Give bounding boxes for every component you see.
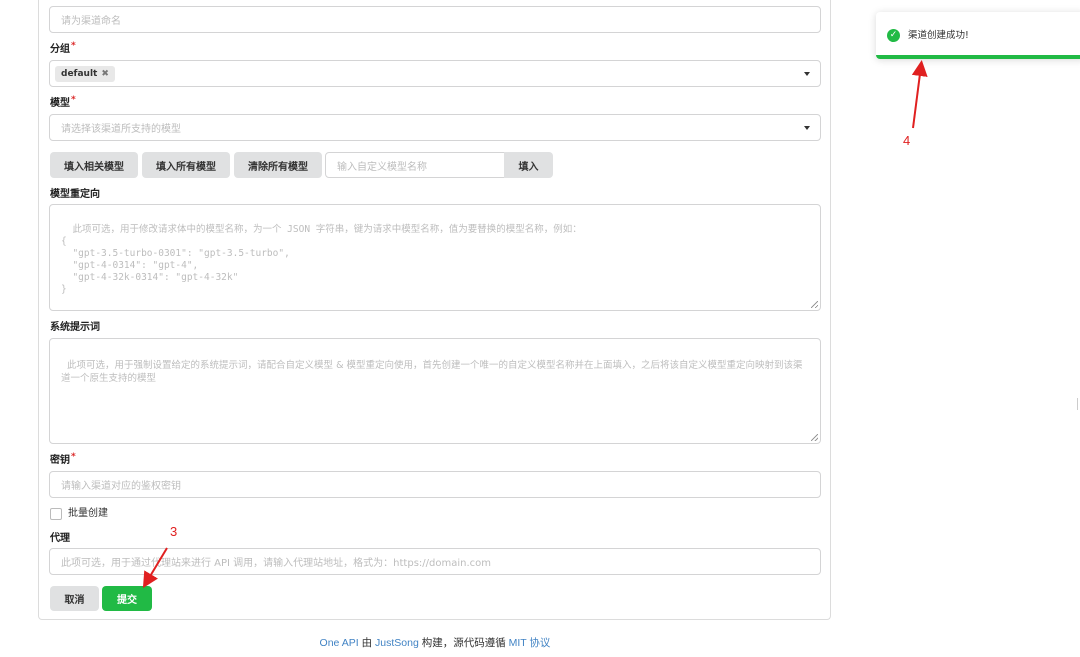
annotation-step-4: 4: [903, 133, 911, 148]
arrow-to-submit: [142, 547, 168, 589]
annotation-arrows: [142, 60, 928, 589]
arrow-to-toast: [911, 60, 928, 129]
annotation-step-3: 3: [170, 524, 178, 539]
